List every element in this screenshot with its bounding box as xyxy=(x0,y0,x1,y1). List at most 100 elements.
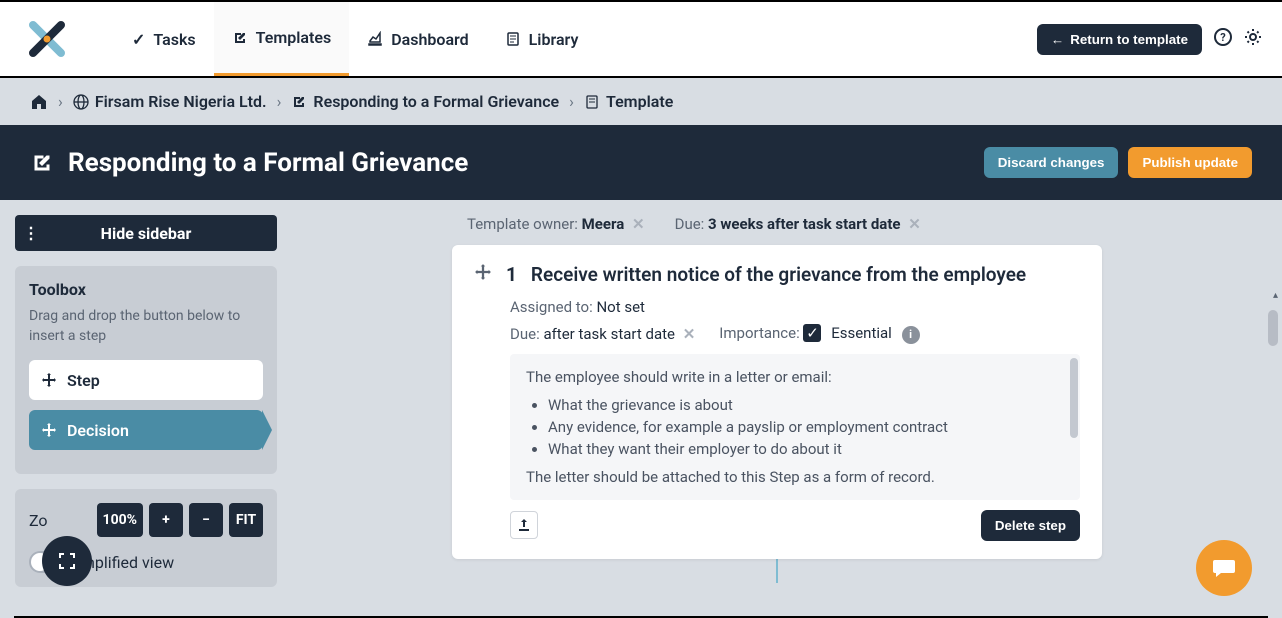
zoom-in-button[interactable]: + xyxy=(149,503,183,537)
meta-value[interactable]: 3 weeks after task start date xyxy=(708,215,900,233)
nav-tab-dashboard[interactable]: Dashboard xyxy=(349,2,486,76)
button-label: Hide sidebar xyxy=(101,224,192,243)
title-bar: Responding to a Formal Grievance Discard… xyxy=(0,125,1282,200)
step-card: 1 Receive written notice of the grievanc… xyxy=(452,245,1102,559)
zoom-out-button[interactable]: − xyxy=(189,503,223,537)
move-icon xyxy=(41,372,57,388)
scroll-up-icon[interactable]: ▴ xyxy=(1273,290,1278,301)
external-icon xyxy=(291,94,307,110)
main-area: ⋮ Hide sidebar Toolbox Drag and drop the… xyxy=(0,200,1282,616)
meta-label: Template owner: xyxy=(467,215,578,233)
nav-tab-label: Library xyxy=(529,30,579,49)
step-title[interactable]: Receive written notice of the grievance … xyxy=(531,263,1026,286)
step-due-value[interactable]: after task start date xyxy=(543,325,675,343)
clear-due-icon[interactable]: ✕ xyxy=(908,215,921,233)
step-due: Due: after task start date ✕ xyxy=(510,325,695,343)
meta-label: Due: xyxy=(675,215,705,233)
breadcrumb-separator: › xyxy=(569,92,574,111)
chat-icon xyxy=(1211,555,1237,581)
zoom-percent[interactable]: 100% xyxy=(97,503,143,537)
gear-icon[interactable] xyxy=(1244,28,1262,50)
button-label: Publish update xyxy=(1142,155,1238,170)
step-due-importance-row: Due: after task start date ✕ Importance:… xyxy=(510,324,1080,344)
button-label: Step xyxy=(67,371,100,390)
nav-tab-library[interactable]: Library xyxy=(487,2,597,76)
button-label: Return to template xyxy=(1070,32,1188,47)
check-icon: ✓ xyxy=(132,30,145,49)
title-bar-left: Responding to a Formal Grievance xyxy=(30,148,468,178)
info-icon[interactable]: i xyxy=(902,326,920,344)
step-assigned-value[interactable]: Not set xyxy=(596,298,645,316)
breadcrumb-org[interactable]: Firsam Rise Nigeria Ltd. xyxy=(73,92,267,111)
meta-label: Importance: xyxy=(719,324,799,342)
insert-step-button[interactable]: Step xyxy=(29,360,263,400)
body-outro: The letter should be attached to this St… xyxy=(526,468,1064,486)
zoom-label: Zo xyxy=(29,511,48,530)
zoom-controls: Zo 100% + − FIT xyxy=(29,503,263,537)
discard-changes-button[interactable]: Discard changes xyxy=(984,147,1119,178)
button-label: FIT xyxy=(236,512,256,528)
step-assigned-row: Assigned to: Not set xyxy=(510,298,1080,316)
drag-handle-icon[interactable] xyxy=(474,263,492,286)
breadcrumb-page[interactable]: Template xyxy=(584,92,673,111)
fullscreen-icon xyxy=(56,550,78,572)
essential-checkbox[interactable]: ✓ xyxy=(803,324,821,342)
svg-text:?: ? xyxy=(1220,31,1226,44)
clear-step-due-icon[interactable]: ✕ xyxy=(683,325,696,343)
zoom-value: 100% xyxy=(103,512,137,528)
upload-attachment-button[interactable] xyxy=(510,511,538,539)
hide-sidebar-button[interactable]: ⋮ Hide sidebar xyxy=(15,215,277,251)
top-nav-right: ← Return to template ? xyxy=(1037,24,1262,55)
breadcrumb: › Firsam Rise Nigeria Ltd. › Responding … xyxy=(0,78,1282,125)
breadcrumb-template[interactable]: Responding to a Formal Grievance xyxy=(291,92,559,111)
inner-scrollbar[interactable] xyxy=(1070,358,1078,438)
nav-tab-tasks[interactable]: ✓ Tasks xyxy=(114,2,214,76)
app-logo[interactable] xyxy=(20,12,74,66)
globe-icon xyxy=(73,94,89,110)
step-importance: Importance: ✓ Essential i xyxy=(719,324,919,344)
clear-owner-icon[interactable]: ✕ xyxy=(632,215,645,233)
fullscreen-button[interactable] xyxy=(42,536,92,586)
arrow-left-icon: ← xyxy=(1051,32,1064,47)
plus-icon: + xyxy=(162,512,170,528)
canvas: Template owner: Meera ✕ Due: 3 weeks aft… xyxy=(292,215,1267,601)
toolbox-description: Drag and drop the button below to insert… xyxy=(29,307,263,346)
breadcrumb-separator: › xyxy=(58,92,63,111)
template-due: Due: 3 weeks after task start date ✕ xyxy=(675,215,921,233)
zoom-fit-button[interactable]: FIT xyxy=(229,503,263,537)
breadcrumb-label: Firsam Rise Nigeria Ltd. xyxy=(95,92,267,111)
body-intro: The employee should write in a letter or… xyxy=(526,368,1064,386)
step-body-editor[interactable]: The employee should write in a letter or… xyxy=(510,354,1080,500)
publish-update-button[interactable]: Publish update xyxy=(1128,147,1252,178)
list-item: Any evidence, for example a payslip or e… xyxy=(548,418,1064,436)
external-icon xyxy=(232,30,248,46)
home-icon xyxy=(30,93,48,111)
page-title: Responding to a Formal Grievance xyxy=(68,148,468,178)
kebab-icon: ⋮ xyxy=(23,224,39,243)
list-item: What they want their employer to do abou… xyxy=(548,440,1064,458)
breadcrumb-separator: › xyxy=(277,92,282,111)
external-icon xyxy=(30,151,54,175)
upload-icon xyxy=(516,517,532,533)
title-bar-actions: Discard changes Publish update xyxy=(984,147,1252,178)
meta-value[interactable]: Meera xyxy=(582,215,625,233)
meta-label: Assigned to: xyxy=(510,298,593,316)
nav-tabs: ✓ Tasks Templates Dashboard Library xyxy=(114,2,596,76)
document-icon xyxy=(505,31,521,47)
page-scrollbar[interactable] xyxy=(1268,310,1278,346)
meta-label: Due: xyxy=(510,325,540,343)
help-icon[interactable]: ? xyxy=(1214,28,1232,50)
nav-tab-label: Dashboard xyxy=(391,30,468,49)
breadcrumb-label: Template xyxy=(606,92,673,111)
move-icon xyxy=(41,422,57,438)
insert-decision-button[interactable]: Decision xyxy=(29,410,263,450)
list-item: What the grievance is about xyxy=(548,396,1064,414)
return-to-template-button[interactable]: ← Return to template xyxy=(1037,24,1202,55)
delete-step-button[interactable]: Delete step xyxy=(981,510,1080,541)
breadcrumb-home[interactable] xyxy=(30,93,48,111)
top-nav-left: ✓ Tasks Templates Dashboard Library xyxy=(20,2,596,76)
chat-widget-button[interactable] xyxy=(1196,540,1252,596)
step-number: 1 xyxy=(506,263,517,286)
step-header: 1 Receive written notice of the grievanc… xyxy=(474,263,1080,286)
nav-tab-templates[interactable]: Templates xyxy=(214,2,350,76)
